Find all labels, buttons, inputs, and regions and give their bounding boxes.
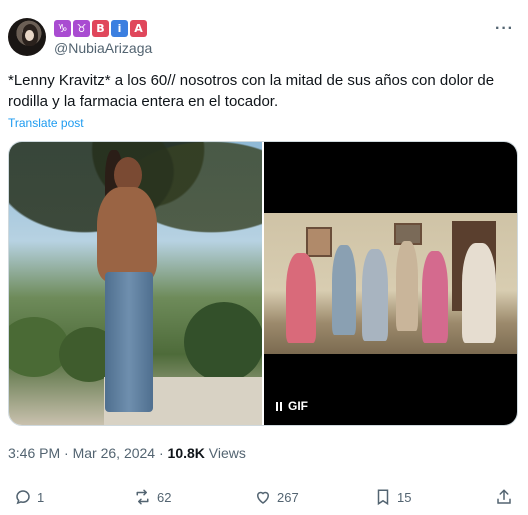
bookmark-icon — [377, 489, 389, 506]
reply-count: 1 — [37, 489, 45, 505]
translate-post-link[interactable]: Translate post — [8, 116, 84, 130]
gif-person — [332, 245, 356, 335]
gif-media[interactable]: GIF — [264, 142, 517, 425]
gif-scene — [264, 213, 517, 354]
share-icon — [497, 489, 511, 504]
photo-hedge — [184, 302, 262, 382]
user-handle[interactable]: @NubiaArizaga — [54, 40, 152, 56]
gif-badge[interactable]: GIF — [276, 399, 308, 413]
photo-person-jeans — [105, 272, 153, 412]
gif-person — [286, 253, 316, 343]
display-name-badge-taurus: ♉ — [73, 20, 90, 37]
tweet-header: ♑ ♉ B i A @NubiaArizaga ··· — [8, 18, 520, 58]
avatar[interactable] — [8, 18, 46, 56]
meta-separator: · — [60, 445, 73, 461]
tweet-meta: 3:46 PM · Mar 26, 2024 · 10.8K Views — [8, 445, 246, 461]
heart-icon — [256, 491, 270, 504]
photo-person-torso — [97, 187, 157, 282]
repost-icon — [136, 489, 149, 505]
repost-button[interactable]: 62 — [133, 488, 171, 506]
gif-person — [422, 251, 448, 343]
repost-count: 62 — [157, 489, 172, 505]
meta-separator: · — [155, 445, 168, 461]
display-name[interactable]: ♑ ♉ B i A — [54, 20, 147, 37]
avatar-face — [25, 30, 34, 41]
pause-icon[interactable] — [276, 401, 282, 411]
tweet-date[interactable]: Mar 26, 2024 — [73, 445, 156, 461]
gif-person — [462, 243, 496, 343]
gif-person — [362, 249, 388, 341]
tweet-text: *Lenny Kravitz* a los 60// nosotros con … — [8, 72, 495, 110]
gif-person — [396, 241, 418, 331]
display-name-badge-capricorn: ♑ — [54, 20, 71, 37]
media-grid: GIF — [8, 141, 518, 426]
reply-button[interactable]: 1 — [14, 488, 44, 506]
bookmark-count: 15 — [397, 489, 412, 505]
views-label: Views — [204, 445, 246, 461]
display-name-badge-i: i — [111, 20, 128, 37]
display-name-badge-b: B — [92, 20, 109, 37]
more-horizontal-icon[interactable]: ··· — [495, 20, 514, 38]
like-count: 267 — [277, 489, 299, 505]
like-button[interactable]: 267 — [254, 488, 299, 506]
views-count: 10.8K — [167, 445, 205, 461]
share-button[interactable] — [495, 488, 513, 506]
bookmark-button[interactable]: 15 — [374, 488, 411, 506]
gif-wall-frame — [306, 227, 332, 257]
photo-lenny-kravitz[interactable] — [9, 142, 262, 425]
action-bar: 1 62 267 15 — [8, 488, 518, 506]
reply-icon — [16, 490, 30, 505]
gif-label: GIF — [288, 399, 308, 413]
display-name-badge-a: A — [130, 20, 147, 37]
tweet-time[interactable]: 3:46 PM — [8, 445, 60, 461]
